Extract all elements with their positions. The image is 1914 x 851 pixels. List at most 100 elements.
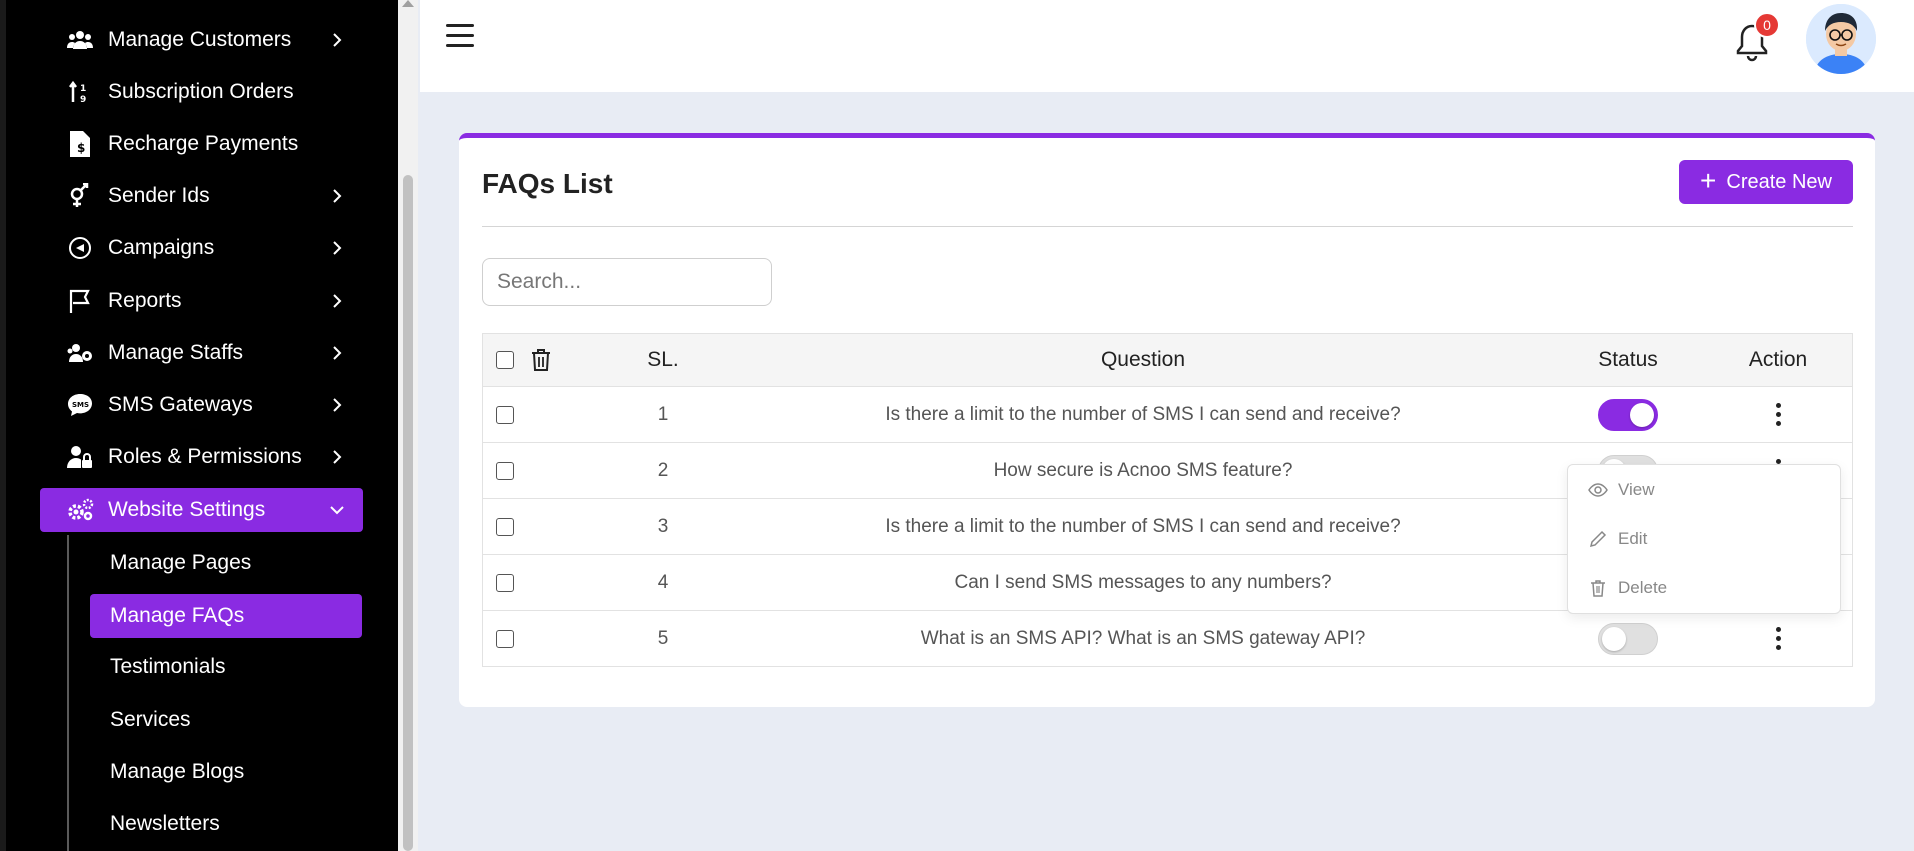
header-checkbox-cell bbox=[493, 334, 517, 386]
flag-icon bbox=[66, 287, 94, 315]
submenu-guide-line bbox=[67, 535, 69, 851]
status-toggle[interactable] bbox=[1598, 398, 1658, 431]
notification-badge: 0 bbox=[1754, 12, 1780, 38]
row-question: Is there a limit to the number of SMS I … bbox=[885, 515, 1401, 537]
sidebar: Manage Customers 19 Subscription Orders … bbox=[0, 0, 405, 851]
row-question: How secure is Acnoo SMS feature? bbox=[993, 459, 1293, 481]
svg-text:1: 1 bbox=[80, 84, 86, 94]
menu-item-delete[interactable]: Delete bbox=[1588, 573, 1667, 603]
avatar[interactable] bbox=[1806, 4, 1876, 74]
sidebar-scrollbar[interactable] bbox=[398, 0, 418, 851]
create-new-button[interactable]: + Create New bbox=[1679, 160, 1853, 204]
eye-icon bbox=[1588, 483, 1608, 497]
pencil-icon bbox=[1589, 530, 1607, 548]
menu-item-edit[interactable]: Edit bbox=[1588, 524, 1647, 554]
column-header-question: Question bbox=[1100, 348, 1186, 371]
svg-text:SMS: SMS bbox=[72, 401, 89, 409]
staff-icon bbox=[66, 339, 94, 367]
sidebar-subitem-testimonials[interactable]: Testimonials bbox=[90, 645, 362, 689]
row-checkbox-cell bbox=[493, 387, 517, 442]
row-sl: 5 bbox=[657, 627, 669, 649]
row-sl: 4 bbox=[657, 571, 669, 593]
chevron-right-icon bbox=[325, 341, 349, 365]
svg-text:$: $ bbox=[77, 141, 85, 155]
table-row: 1 Is there a limit to the number of SMS … bbox=[482, 387, 1853, 443]
row-checkbox[interactable] bbox=[496, 573, 514, 592]
status-toggle[interactable] bbox=[1598, 622, 1658, 655]
more-vertical-icon bbox=[1775, 403, 1781, 426]
sidebar-item-label: Sender Ids bbox=[108, 184, 210, 207]
sidebar-item-manage-staffs[interactable]: Manage Staffs bbox=[40, 331, 363, 375]
sidebar-item-campaigns[interactable]: Campaigns bbox=[40, 226, 363, 270]
scroll-up-arrow-icon[interactable] bbox=[402, 0, 414, 7]
plus-icon: + bbox=[1700, 164, 1717, 196]
topbar: 0 bbox=[420, 0, 1914, 92]
sidebar-item-reports[interactable]: Reports bbox=[40, 279, 363, 323]
page-title: FAQs List bbox=[482, 168, 613, 199]
sidebar-item-label: SMS Gateways bbox=[108, 393, 253, 416]
column-header-sl: SL. bbox=[647, 348, 679, 371]
row-checkbox-cell bbox=[493, 555, 517, 610]
sidebar-subitem-label: Manage Blogs bbox=[110, 760, 245, 783]
hamburger-menu-icon[interactable] bbox=[446, 24, 474, 48]
sidebar-item-label: Subscription Orders bbox=[108, 80, 294, 103]
sidebar-item-label: Manage Customers bbox=[108, 28, 292, 51]
sidebar-subitem-manage-blogs[interactable]: Manage Blogs bbox=[90, 750, 362, 794]
chevron-right-icon bbox=[325, 184, 349, 208]
column-header-status: Status bbox=[1598, 348, 1658, 371]
sidebar-subitem-manage-pages[interactable]: Manage Pages bbox=[90, 541, 362, 585]
status-cell bbox=[1583, 611, 1673, 666]
row-question: Can I send SMS messages to any numbers? bbox=[954, 571, 1332, 593]
chevron-right-icon bbox=[325, 445, 349, 469]
menu-item-view[interactable]: View bbox=[1588, 475, 1655, 505]
chevron-right-icon bbox=[325, 393, 349, 417]
row-question: Is there a limit to the number of SMS I … bbox=[885, 403, 1401, 425]
cogs-icon bbox=[66, 496, 94, 524]
sidebar-item-sms-gateways[interactable]: SMS SMS Gateways bbox=[40, 383, 363, 427]
action-menu-button[interactable] bbox=[1728, 387, 1828, 442]
sidebar-item-manage-customers[interactable]: Manage Customers bbox=[40, 18, 363, 62]
trash-icon bbox=[1591, 580, 1605, 597]
row-checkbox[interactable] bbox=[496, 629, 514, 648]
menu-item-label: Edit bbox=[1618, 529, 1648, 548]
row-checkbox-cell bbox=[493, 443, 517, 498]
user-lock-icon bbox=[66, 443, 94, 471]
sidebar-item-subscription-orders[interactable]: 19 Subscription Orders bbox=[40, 70, 363, 114]
invoice-icon: $ bbox=[66, 130, 94, 158]
sort-arrows-icon: 19 bbox=[66, 78, 94, 106]
bulk-delete-icon[interactable] bbox=[529, 334, 553, 386]
svg-text:9: 9 bbox=[80, 95, 86, 104]
sidebar-item-roles-permissions[interactable]: Roles & Permissions bbox=[40, 435, 363, 479]
sidebar-item-label: Recharge Payments bbox=[108, 132, 299, 155]
row-checkbox-cell bbox=[493, 611, 517, 666]
menu-item-label: Delete bbox=[1618, 578, 1668, 597]
more-vertical-icon bbox=[1775, 627, 1781, 650]
row-checkbox[interactable] bbox=[496, 517, 514, 536]
sidebar-item-recharge-payments[interactable]: $ Recharge Payments bbox=[40, 122, 363, 166]
chevron-right-icon bbox=[325, 289, 349, 313]
row-sl: 3 bbox=[657, 515, 669, 537]
sidebar-subitem-label: Testimonials bbox=[110, 655, 226, 678]
sidebar-subitem-services[interactable]: Services bbox=[90, 698, 362, 742]
row-checkbox[interactable] bbox=[496, 405, 514, 424]
chevron-right-icon bbox=[325, 28, 349, 52]
sidebar-item-label: Roles & Permissions bbox=[108, 445, 302, 468]
sidebar-item-website-settings[interactable]: Website Settings bbox=[40, 488, 363, 532]
row-sl: 2 bbox=[657, 459, 669, 481]
select-all-checkbox[interactable] bbox=[496, 351, 514, 369]
create-new-label: Create New bbox=[1726, 170, 1832, 193]
faqs-card: FAQs List + Create New SL. Question Stat… bbox=[459, 133, 1875, 707]
search-input[interactable] bbox=[482, 258, 772, 306]
campaign-icon bbox=[66, 234, 94, 262]
divider bbox=[482, 226, 1853, 227]
sidebar-subitem-newsletters[interactable]: Newsletters bbox=[90, 802, 362, 846]
scrollbar-thumb[interactable] bbox=[403, 175, 413, 851]
gender-icon bbox=[66, 182, 94, 210]
action-menu-button[interactable] bbox=[1728, 611, 1828, 666]
sidebar-item-sender-ids[interactable]: Sender Ids bbox=[40, 174, 363, 218]
row-checkbox[interactable] bbox=[496, 461, 514, 480]
chevron-down-icon bbox=[325, 498, 349, 522]
table-header: SL. Question Status Action bbox=[482, 333, 1853, 387]
sidebar-subitem-manage-faqs[interactable]: Manage FAQs bbox=[90, 594, 362, 638]
sidebar-item-label: Campaigns bbox=[108, 236, 215, 259]
